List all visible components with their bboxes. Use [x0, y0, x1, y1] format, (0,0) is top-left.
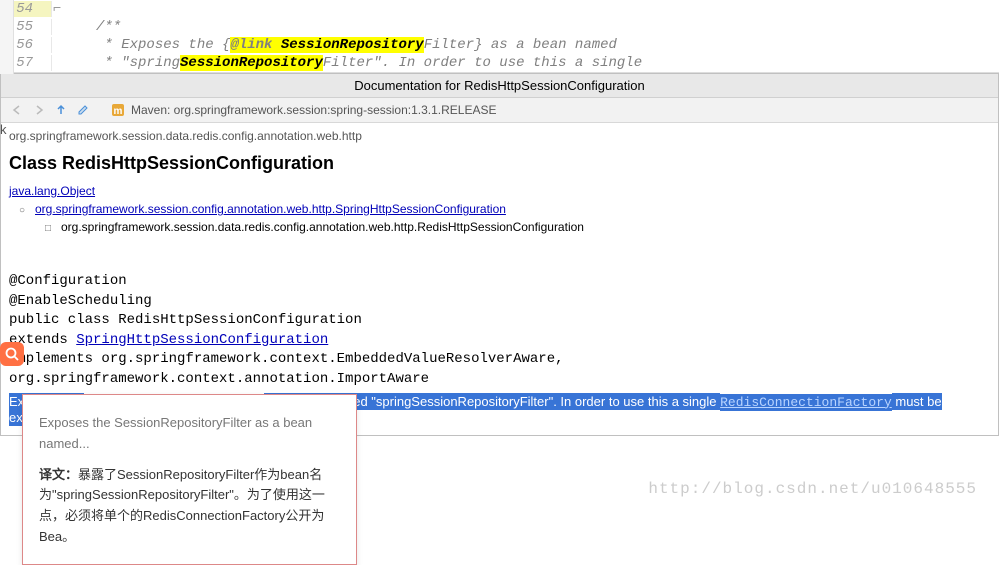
class-decl: public class RedisHttpSessionConfigurati…	[9, 311, 990, 331]
tree-node-icon: ○	[19, 203, 25, 218]
comment-start: /**	[96, 19, 121, 35]
class-definition: @Configuration @EnableScheduling public …	[9, 272, 990, 390]
watermark: http://blog.csdn.net/u010648555	[648, 480, 977, 498]
doc-toolbar: m Maven: org.springframework.session:spr…	[1, 98, 998, 123]
implements-line: implements org.springframework.context.E…	[9, 350, 990, 389]
translation-text: 暴露了SessionRepositoryFilter作为bean名为"sprin…	[39, 467, 325, 544]
popup-original-text: Exposes the SessionRepositoryFilter as a…	[39, 413, 340, 455]
translation-popup: Exposes the SessionRepositoryFilter as a…	[22, 394, 357, 565]
superclass-link[interactable]: SpringHttpSessionConfiguration	[76, 332, 328, 348]
hierarchy-link[interactable]: org.springframework.session.config.annot…	[35, 202, 506, 216]
hierarchy-current: org.springframework.session.data.redis.c…	[61, 220, 584, 234]
popup-translation: 译文：暴露了SessionRepositoryFilter作为bean名为"sp…	[39, 465, 340, 548]
class-hierarchy: java.lang.Object ○ org.springframework.se…	[9, 182, 990, 236]
doc-title-bar: Documentation for RedisHttpSessionConfig…	[1, 74, 998, 98]
maven-path: Maven: org.springframework.session:sprin…	[131, 103, 497, 117]
code-text: /**	[62, 19, 121, 35]
code-text: * "springSessionRepositoryFilter". In or…	[62, 55, 642, 71]
line-marker: ⌐	[52, 1, 62, 17]
forward-button[interactable]	[31, 102, 47, 118]
code-text: * Exposes the {@link SessionRepositoryFi…	[62, 37, 617, 53]
svg-text:m: m	[114, 106, 123, 117]
highlighted-text: SessionRepository	[281, 37, 424, 53]
highlighted-text: SessionRepository	[180, 55, 323, 71]
edit-button[interactable]	[75, 102, 91, 118]
code-editor[interactable]: 54 ⌐ 55 /** 56 * Exposes the {@link Sess…	[0, 0, 999, 73]
back-button[interactable]	[9, 102, 25, 118]
at-link: @link	[230, 37, 272, 53]
translation-label: 译文：	[39, 467, 78, 482]
left-marker-k: k	[0, 122, 7, 137]
up-button[interactable]	[53, 102, 69, 118]
package-path: org.springframework.session.data.redis.c…	[9, 129, 990, 143]
gutter-left-edge	[0, 0, 14, 74]
search-badge-icon[interactable]	[0, 342, 24, 366]
desc-link[interactable]: RedisConnectionFactory	[720, 394, 892, 411]
doc-body[interactable]: org.springframework.session.data.redis.c…	[1, 123, 998, 435]
maven-icon: m	[111, 103, 125, 117]
documentation-panel: Documentation for RedisHttpSessionConfig…	[0, 73, 999, 436]
tree-node-icon: □	[45, 221, 51, 236]
hierarchy-link[interactable]: java.lang.Object	[9, 184, 95, 198]
class-heading: Class RedisHttpSessionConfiguration	[9, 153, 990, 174]
annotation: @EnableScheduling	[9, 292, 990, 312]
annotation: @Configuration	[9, 272, 990, 292]
